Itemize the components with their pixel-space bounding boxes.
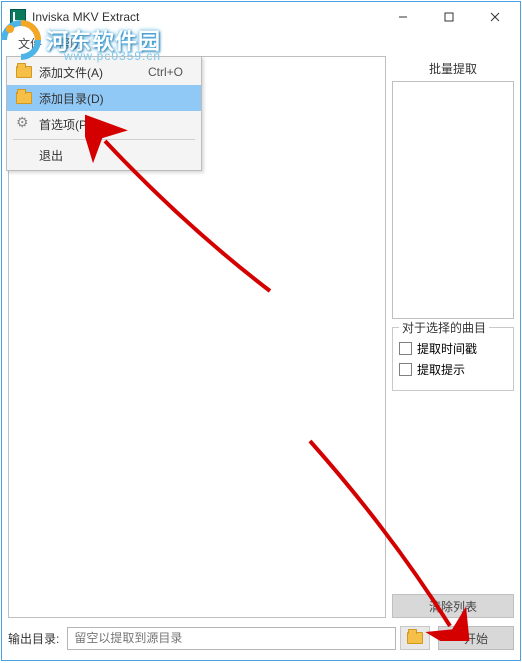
checkbox-row-timestamps[interactable]: 提取时间戳 [399, 340, 507, 357]
group-label: 对于选择的曲目 [399, 319, 489, 336]
checkbox-label: 提取时间戳 [417, 340, 477, 357]
right-panel: 批量提取 对于选择的曲目 提取时间戳 提取提示 清除列表 [392, 56, 514, 618]
menu-help[interactable]: 帮助 [50, 33, 90, 54]
close-button[interactable] [472, 2, 518, 32]
app-icon [10, 9, 26, 25]
file-icon [13, 66, 35, 78]
menu-separator [13, 139, 195, 140]
menu-preferences[interactable]: 首选项(P) [7, 111, 201, 137]
start-button[interactable]: 开始 [438, 626, 514, 650]
batch-list[interactable] [392, 81, 514, 319]
bottom-bar: 输出目录: 开始 [8, 624, 514, 652]
browse-folder-button[interactable] [400, 626, 430, 650]
window-buttons [380, 2, 518, 32]
menu-file[interactable]: 文件 [10, 33, 50, 54]
menu-add-file[interactable]: 添加文件(A) Ctrl+O [7, 59, 201, 85]
folder-icon [13, 92, 35, 104]
maximize-button[interactable] [426, 2, 472, 32]
track-options-group: 对于选择的曲目 提取时间戳 提取提示 [392, 327, 514, 391]
checkbox-row-cues[interactable]: 提取提示 [399, 361, 507, 378]
output-dir-label: 输出目录: [8, 630, 63, 647]
file-menu-dropdown: 添加文件(A) Ctrl+O 添加目录(D) 首选项(P) 退出 [6, 56, 202, 171]
folder-icon [407, 632, 423, 644]
batch-extract-label: 批量提取 [392, 56, 514, 81]
checkbox-icon [399, 363, 412, 376]
window-title: Inviska MKV Extract [32, 10, 380, 24]
checkbox-label: 提取提示 [417, 361, 465, 378]
app-window: Inviska MKV Extract 文件 帮助 批量提取 对于选择的曲目 提… [1, 1, 521, 661]
gear-icon [13, 117, 35, 131]
output-dir-input[interactable] [67, 627, 396, 650]
menu-exit[interactable]: 退出 [7, 142, 201, 168]
minimize-button[interactable] [380, 2, 426, 32]
clear-list-button[interactable]: 清除列表 [392, 594, 514, 618]
menubar: 文件 帮助 [2, 32, 520, 54]
checkbox-icon [399, 342, 412, 355]
menu-add-dir[interactable]: 添加目录(D) [7, 85, 201, 111]
titlebar: Inviska MKV Extract [2, 2, 520, 32]
